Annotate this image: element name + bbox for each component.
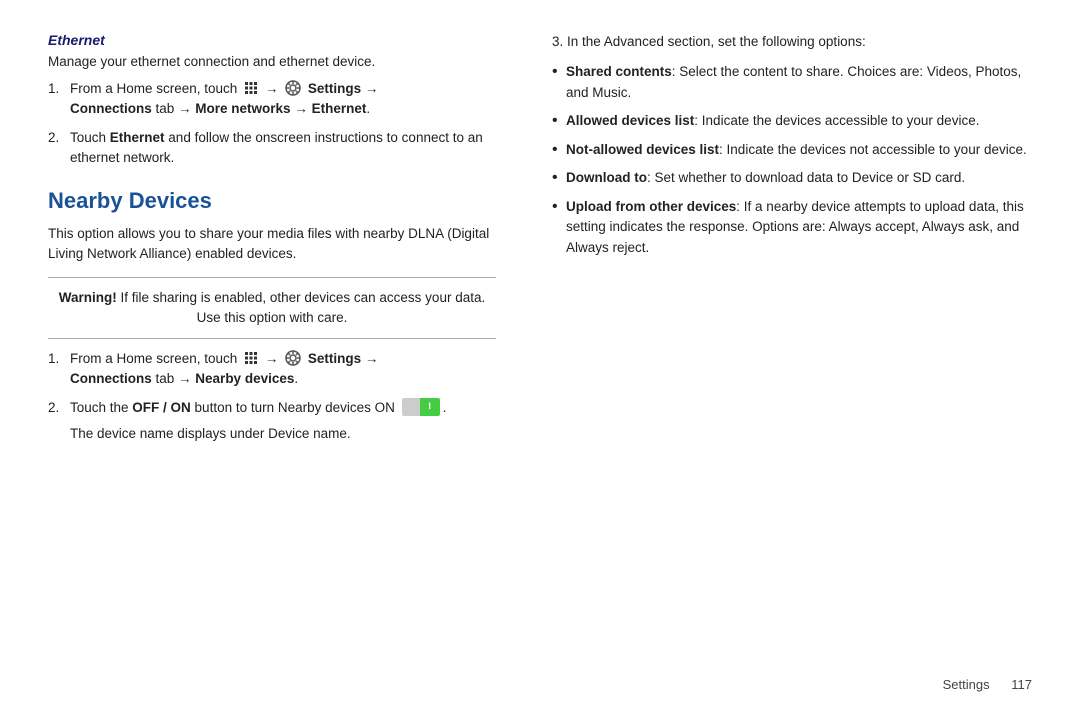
connections-label-2: Connections	[70, 371, 152, 386]
step-num-2: 2.	[48, 128, 70, 169]
nearby-step-2: 2. Touch the OFF / ON button to turn Nea…	[48, 398, 496, 418]
upload-from-label: Upload from other devices	[566, 199, 736, 214]
bullet-dot-4: •	[552, 168, 566, 189]
warning-box: Warning! If file sharing is enabled, oth…	[48, 288, 496, 329]
footer-label: Settings	[943, 677, 990, 692]
warning-label: Warning!	[59, 290, 117, 305]
nearby-step-2-content: Touch the OFF / ON button to turn Nearby…	[70, 398, 496, 418]
gear-icon-2	[285, 350, 301, 366]
toggle-off-part	[402, 398, 420, 416]
bullet-dot-5: •	[552, 197, 566, 218]
ethernet-step-1: 1. From a Home screen, touch	[48, 79, 496, 120]
shared-contents-label: Shared contents	[566, 64, 672, 79]
grid-icon-2	[244, 351, 258, 365]
nearby-step-num-2: 2.	[48, 398, 70, 418]
settings-label-1: Settings	[308, 81, 361, 96]
grid-icon	[244, 81, 258, 95]
bullet-dot-1: •	[552, 62, 566, 83]
bullet-content-4: Download to: Set whether to download dat…	[566, 168, 1032, 188]
right-column: 3. In the Advanced section, set the foll…	[528, 32, 1032, 688]
nearby-step-num-1: 1.	[48, 349, 70, 390]
ethernet-description: Manage your ethernet connection and ethe…	[48, 54, 496, 69]
bullet-upload-from: • Upload from other devices: If a nearby…	[552, 197, 1032, 258]
bullet-list: • Shared contents: Select the content to…	[552, 62, 1032, 258]
ethernet-step-2: 2. Touch Ethernet and follow the onscree…	[48, 128, 496, 169]
download-to-label: Download to	[566, 170, 647, 185]
not-allowed-devices-text: : Indicate the devices not accessible to…	[719, 142, 1027, 157]
ethernet-bold: Ethernet	[110, 130, 165, 145]
warning-text: If file sharing is enabled, other device…	[121, 290, 486, 325]
bullet-content-3: Not-allowed devices list: Indicate the d…	[566, 140, 1032, 160]
bullet-not-allowed-devices: • Not-allowed devices list: Indicate the…	[552, 140, 1032, 161]
bullet-content-2: Allowed devices list: Indicate the devic…	[566, 111, 1032, 131]
bullet-allowed-devices: • Allowed devices list: Indicate the dev…	[552, 111, 1032, 132]
step-num-1: 1.	[48, 79, 70, 120]
gear-icon-1	[285, 80, 301, 96]
bullet-shared-contents: • Shared contents: Select the content to…	[552, 62, 1032, 103]
nearby-step-1: 1. From a Home screen, touch	[48, 349, 496, 390]
nearby-devices-title: Nearby Devices	[48, 188, 496, 214]
ethernet-steps: 1. From a Home screen, touch	[48, 79, 496, 168]
toggle-on-label: I	[428, 400, 431, 414]
nearby-devices-bold: Nearby devices	[195, 371, 294, 386]
nearby-devices-section: Nearby Devices This option allows you to…	[48, 188, 496, 441]
nearby-step-1-content: From a Home screen, touch	[70, 349, 496, 390]
download-to-text: : Set whether to download data to Device…	[647, 170, 965, 185]
nearby-devices-description: This option allows you to share your med…	[48, 224, 496, 265]
toggle-on-part: I	[420, 398, 440, 416]
right-intro: 3. In the Advanced section, set the foll…	[552, 32, 1032, 52]
page-number: 117	[1011, 677, 1032, 692]
bullet-download-to: • Download to: Set whether to download d…	[552, 168, 1032, 189]
page: Ethernet Manage your ethernet connection…	[0, 0, 1080, 720]
bullet-content-5: Upload from other devices: If a nearby d…	[566, 197, 1032, 258]
left-column: Ethernet Manage your ethernet connection…	[48, 32, 528, 688]
ethernet-title: Ethernet	[48, 32, 496, 48]
bullet-content-1: Shared contents: Select the content to s…	[566, 62, 1032, 103]
nearby-steps: 1. From a Home screen, touch	[48, 349, 496, 418]
bullet-dot-3: •	[552, 140, 566, 161]
divider-1	[48, 277, 496, 278]
more-networks-label: More networks	[195, 101, 290, 116]
toggle-on-button[interactable]: I	[402, 398, 440, 416]
divider-2	[48, 338, 496, 339]
page-footer: Settings 117	[943, 677, 1032, 692]
settings-label-2: Settings	[308, 351, 361, 366]
device-name-text: The device name displays under Device na…	[70, 426, 496, 441]
ethernet-section: Ethernet Manage your ethernet connection…	[48, 32, 496, 168]
allowed-devices-text: : Indicate the devices accessible to you…	[694, 113, 979, 128]
ethernet-label: Ethernet	[312, 101, 367, 116]
bullet-dot-2: •	[552, 111, 566, 132]
off-on-label: OFF / ON	[132, 400, 191, 415]
connections-label: Connections	[70, 101, 152, 116]
step-2-content: Touch Ethernet and follow the onscreen i…	[70, 128, 496, 169]
not-allowed-devices-label: Not-allowed devices list	[566, 142, 719, 157]
step-1-content: From a Home screen, touch	[70, 79, 496, 120]
allowed-devices-label: Allowed devices list	[566, 113, 694, 128]
